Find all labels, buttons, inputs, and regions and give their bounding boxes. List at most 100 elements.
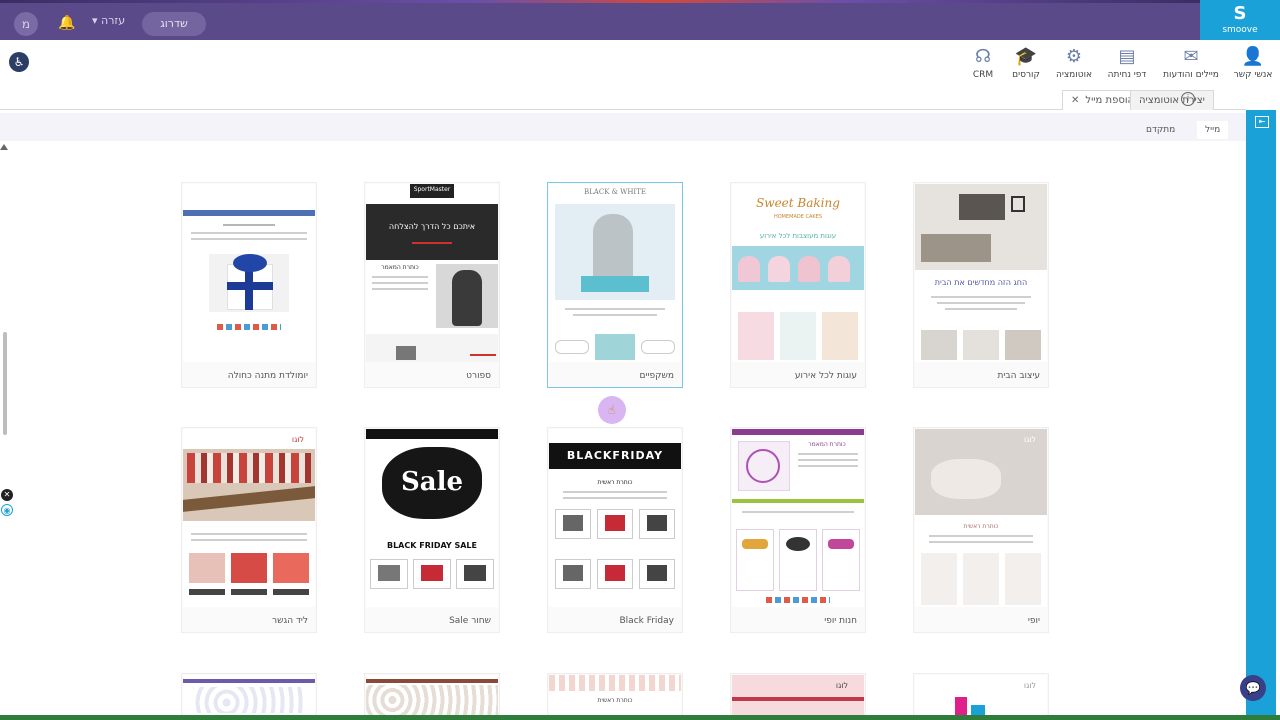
messages-icon: ✉ xyxy=(1183,46,1199,67)
thumb-heading: כותרת ראשית xyxy=(963,523,999,530)
template-card-selected[interactable]: BLACK & WHITE משקפיים xyxy=(547,182,683,388)
template-thumbnail: לוגו כותרת ראשית xyxy=(915,429,1047,607)
template-name: Black Friday xyxy=(619,616,675,626)
smoove-logo[interactable]: S smoove xyxy=(1200,0,1280,40)
template-card[interactable]: לוגו ליד הגשר xyxy=(181,427,317,633)
thumb-heading: החג הזה מחדשים את הבית xyxy=(934,278,1028,287)
nav-landing-pages[interactable]: ▤ דפי נחיתה xyxy=(1104,46,1150,86)
right-rail: ⇤ xyxy=(1246,110,1276,715)
thumb-logo: לוגו xyxy=(1023,681,1037,690)
template-name: ליד הגשר xyxy=(272,616,308,626)
user-avatar[interactable]: מ xyxy=(14,12,38,36)
tab-label: הוספת מייל xyxy=(1085,95,1135,106)
template-card[interactable]: כותרת המאמר חנות יופי xyxy=(730,427,866,633)
template-thumbnail: SportMaster איתכם כל הדרך להצלחה כותרת ה… xyxy=(366,184,498,362)
template-card[interactable]: Sweet Baking HOMEMADE CAKES עוגות מעוצבו… xyxy=(730,182,866,388)
template-card[interactable]: יומולדת מתנה כחולה xyxy=(181,182,317,388)
hand-cursor-icon: ☝ xyxy=(608,403,616,417)
collapse-arrow-icon[interactable]: ⇤ xyxy=(1255,116,1269,128)
tab-strip: ✕ הוספת מייל יצירת אוטומציה i xyxy=(0,90,1246,110)
nav-contacts[interactable]: 👤 אנשי קשר xyxy=(1231,46,1275,86)
accessibility-icon[interactable]: ◉ xyxy=(1,504,13,516)
crm-icon: ☊ xyxy=(975,46,991,67)
tab-label: יצירת אוטומציה xyxy=(1139,95,1205,106)
logo-text: smoove xyxy=(1222,25,1258,35)
template-thumbnail: BLACKFRIDAY כותרת ראשית xyxy=(549,429,681,607)
thumb-logo: לוגו xyxy=(1023,435,1037,444)
side-widget[interactable]: ✕ ◉ xyxy=(1,489,15,519)
close-icon[interactable]: ✕ xyxy=(1071,95,1079,106)
nav-automation[interactable]: ⚙ אוטומציה xyxy=(1052,46,1096,86)
template-thumbnail: Sweet Baking HOMEMADE CAKES עוגות מעוצבו… xyxy=(732,184,864,362)
thumb-banner: Sale xyxy=(400,467,464,497)
help-menu[interactable]: ▾ עזרה xyxy=(92,14,125,27)
thumb-subheading: כותרת המאמר xyxy=(381,264,419,271)
template-card[interactable] xyxy=(181,673,317,715)
thumb-logo: לוגו xyxy=(291,435,305,444)
nav-courses[interactable]: 🎓 קורסים xyxy=(1006,46,1046,86)
landing-page-icon: ▤ xyxy=(1118,46,1136,67)
template-thumbnail: Sale BLACK FRIDAY SALE xyxy=(366,429,498,607)
template-card[interactable]: לוגו xyxy=(913,673,1049,715)
bell-icon[interactable]: 🔔 xyxy=(58,15,75,31)
template-card[interactable] xyxy=(364,673,500,715)
top-stripe xyxy=(0,0,1200,3)
nav-label: דפי נחיתה xyxy=(1107,70,1147,80)
filter-bar: מייל מתקדם xyxy=(0,113,1246,141)
thumb-heading: איתכם כל הדרך להצלחה xyxy=(388,222,476,231)
help-label: עזרה xyxy=(101,14,126,27)
main-nav: ♿ 👤 אנשי קשר ✉ מיילים והודעות ▤ דפי נחית… xyxy=(0,40,1280,90)
template-card[interactable]: BLACKFRIDAY כותרת ראשית Black Friday xyxy=(547,427,683,633)
template-name: יומולדת מתנה כחולה xyxy=(227,371,308,381)
template-name: יופי xyxy=(1027,616,1040,626)
info-icon[interactable]: i xyxy=(1181,92,1195,106)
template-card[interactable]: SportMaster איתכם כל הדרך להצלחה כותרת ה… xyxy=(364,182,500,388)
filter-mail[interactable]: מייל xyxy=(1197,121,1229,139)
template-thumbnail: BLACK & WHITE xyxy=(549,184,681,362)
thumb-logo: לוגו xyxy=(835,681,849,690)
upgrade-button[interactable]: שדרוג xyxy=(142,12,206,36)
tab-create-automation[interactable]: יצירת אוטומציה xyxy=(1130,90,1214,110)
top-bar: מ 🔔 ▾ עזרה שדרוג S smoove xyxy=(0,0,1280,40)
accessibility-icon[interactable]: ♿ xyxy=(9,52,29,72)
nav-label: CRM xyxy=(972,70,994,80)
scroll-up-arrow-icon[interactable] xyxy=(0,144,8,150)
template-name: חנות יופי xyxy=(824,616,857,626)
thumb-subheading: כותרת המאמר xyxy=(808,441,846,448)
thumb-banner: BLACKFRIDAY xyxy=(566,449,664,462)
automation-icon: ⚙ xyxy=(1065,46,1083,67)
template-thumbnail: החג הזה מחדשים את הבית xyxy=(915,184,1047,362)
scrollbar-thumb[interactable] xyxy=(3,332,7,435)
courses-icon: 🎓 xyxy=(1014,46,1038,67)
thumb-brand: Sweet Baking xyxy=(756,196,840,210)
mouse-cursor: ☝ xyxy=(598,396,626,424)
thumb-brand: BLACK & WHITE xyxy=(584,188,646,196)
template-thumbnail: כותרת המאמר xyxy=(732,429,864,607)
thumb-heading: עוגות מעוצבות לכל אירוע xyxy=(759,232,837,240)
contacts-icon: 👤 xyxy=(1241,46,1265,67)
template-thumbnail xyxy=(366,675,498,715)
template-card[interactable]: Sale BLACK FRIDAY SALE Sale שחור xyxy=(364,427,500,633)
template-name: Sale שחור xyxy=(449,616,491,626)
chat-icon[interactable]: 💬 xyxy=(1240,675,1266,701)
template-thumbnail: לוגו xyxy=(183,429,315,607)
thumb-heading: כותרת ראשית xyxy=(597,697,633,704)
template-card[interactable]: כותרת ראשית xyxy=(547,673,683,715)
filter-advanced[interactable]: מתקדם xyxy=(1138,121,1183,139)
template-thumbnail xyxy=(183,184,315,362)
template-thumbnail xyxy=(183,675,315,715)
close-icon[interactable]: ✕ xyxy=(1,489,13,501)
template-card[interactable]: לוגו כותרת ראשית יופי xyxy=(913,427,1049,633)
template-name: משקפיים xyxy=(639,371,675,381)
nav-label: אוטומציה xyxy=(1055,70,1093,80)
logo-mark-icon: S xyxy=(1233,3,1247,24)
nav-messages[interactable]: ✉ מיילים והודעות xyxy=(1160,46,1222,86)
template-name: עיצוב הבית xyxy=(997,371,1040,381)
template-card[interactable]: לוגו xyxy=(730,673,866,715)
template-name: ספורט xyxy=(466,371,491,381)
template-card[interactable]: החג הזה מחדשים את הבית עיצוב הבית xyxy=(913,182,1049,388)
template-thumbnail: לוגו xyxy=(915,675,1047,715)
thumb-subbrand: HOMEMADE CAKES xyxy=(773,214,823,220)
thumb-heading: כותרת ראשית xyxy=(597,479,633,486)
nav-crm[interactable]: ☊ CRM xyxy=(966,46,1000,86)
